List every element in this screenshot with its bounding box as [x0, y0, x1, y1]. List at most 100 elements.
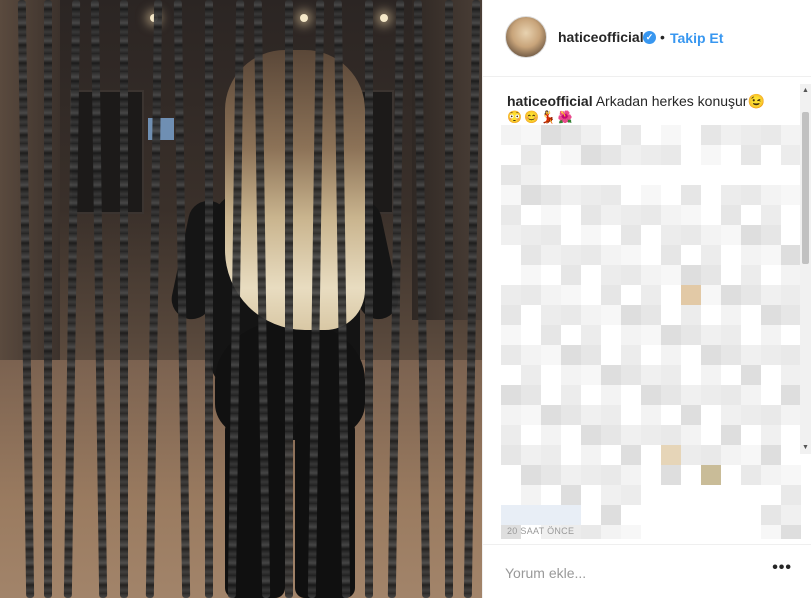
pixelated-block — [561, 265, 581, 285]
verified-badge-icon: ✓ — [643, 31, 656, 44]
pixelated-block — [761, 305, 781, 325]
pixelated-block — [581, 425, 601, 445]
pixelated-block — [761, 205, 781, 225]
pixelated-block — [681, 265, 701, 285]
pixelated-block — [741, 285, 761, 305]
pixelated-block — [621, 425, 641, 445]
chain-strand — [445, 0, 453, 598]
pixelated-block — [561, 385, 581, 405]
pixelated-block — [781, 365, 801, 385]
pixelated-block — [721, 185, 741, 205]
caption-username[interactable]: haticeofficial — [507, 93, 593, 109]
comment-footer: ••• — [483, 544, 811, 598]
pixelated-block — [521, 505, 541, 525]
pixelated-block — [501, 285, 521, 305]
pixelated-block — [681, 205, 701, 225]
pixelated-block — [561, 485, 581, 505]
pixelated-block — [581, 345, 601, 365]
pixelated-block — [781, 385, 801, 405]
pixelated-block — [741, 265, 761, 285]
pixelated-block — [621, 525, 641, 539]
pixelated-block — [581, 225, 601, 245]
pixelated-block — [561, 305, 581, 325]
pixelated-block — [521, 245, 541, 265]
pixelated-block — [541, 465, 561, 485]
pixelated-block — [601, 185, 621, 205]
pixelated-block — [601, 405, 621, 425]
pixelated-block — [521, 145, 541, 165]
pixelated-block — [541, 345, 561, 365]
pixelated-block — [521, 265, 541, 285]
post-media[interactable] — [0, 0, 482, 598]
pixelated-block — [561, 145, 581, 165]
pixelated-block — [781, 485, 801, 505]
pixelated-block — [581, 325, 601, 345]
pixelated-block — [561, 125, 581, 145]
pixelated-block — [521, 345, 541, 365]
pixelated-block — [641, 425, 661, 445]
caption-emoji-line: 😳😊💃🌺 — [507, 110, 575, 124]
pixelated-block — [581, 405, 601, 425]
pixelated-block — [761, 225, 781, 245]
more-options-icon[interactable]: ••• — [772, 559, 792, 577]
pixelated-block — [501, 405, 521, 425]
salon-mirror — [70, 90, 144, 214]
username-link[interactable]: haticeofficial — [558, 29, 644, 45]
pixelated-block — [521, 225, 541, 245]
avatar[interactable] — [505, 16, 547, 58]
pixelated-block — [601, 205, 621, 225]
pixelated-block — [501, 205, 521, 225]
pixelated-block — [741, 185, 761, 205]
pixelated-block — [541, 305, 561, 325]
pixelated-block — [761, 505, 781, 525]
pixelated-block — [681, 185, 701, 205]
pixelated-block — [541, 185, 561, 205]
pixelated-block — [741, 405, 761, 425]
pixelated-block — [621, 365, 641, 385]
pixelated-block — [581, 305, 601, 325]
pixelated-block — [781, 125, 801, 145]
scroll-up-arrow-icon[interactable]: ▲ — [801, 86, 810, 95]
pixelated-block — [721, 325, 741, 345]
pixelated-block — [761, 185, 781, 205]
pixelated-block — [621, 205, 641, 225]
pixelated-block — [601, 365, 621, 385]
pixelated-block — [781, 305, 801, 325]
pixelated-block — [661, 125, 681, 145]
pixelated-block — [741, 445, 761, 465]
pixelated-block — [621, 325, 641, 345]
pixelated-block — [541, 285, 561, 305]
pixelated-block — [701, 385, 721, 405]
pixelated-block — [601, 245, 621, 265]
pixelated-block — [761, 125, 781, 145]
follow-button[interactable]: Takip Et — [670, 30, 723, 46]
pixelated-block — [501, 305, 521, 325]
chain-strand — [44, 0, 52, 598]
pixelated-block — [781, 525, 801, 539]
pixelated-block — [561, 505, 581, 525]
comments-scrollbar[interactable]: ▲ ▼ — [800, 84, 811, 454]
pixelated-block — [601, 305, 621, 325]
pixelated-block — [641, 305, 661, 325]
pixelated-block — [701, 325, 721, 345]
pixelated-block — [581, 465, 601, 485]
pixelated-block — [781, 245, 801, 265]
pixelated-block — [521, 445, 541, 465]
scroll-thumb[interactable] — [802, 112, 809, 264]
post-timestamp: 20 SAAT ÖNCE — [507, 526, 575, 536]
pixelated-block — [581, 525, 601, 539]
chain-strand — [205, 0, 213, 598]
pixelated-block — [621, 125, 641, 145]
pixelated-block — [621, 485, 641, 505]
pixelated-block — [701, 125, 721, 145]
scroll-down-arrow-icon[interactable]: ▼ — [801, 443, 810, 452]
pixelated-block — [621, 345, 641, 365]
pixelated-block — [701, 465, 721, 485]
comment-input[interactable] — [505, 563, 745, 583]
pixelated-block — [561, 465, 581, 485]
pixelated-block — [601, 425, 621, 445]
pixelated-block — [601, 525, 621, 539]
pixelated-block — [761, 325, 781, 345]
pixelated-block — [721, 205, 741, 225]
pixelated-block — [561, 365, 581, 385]
